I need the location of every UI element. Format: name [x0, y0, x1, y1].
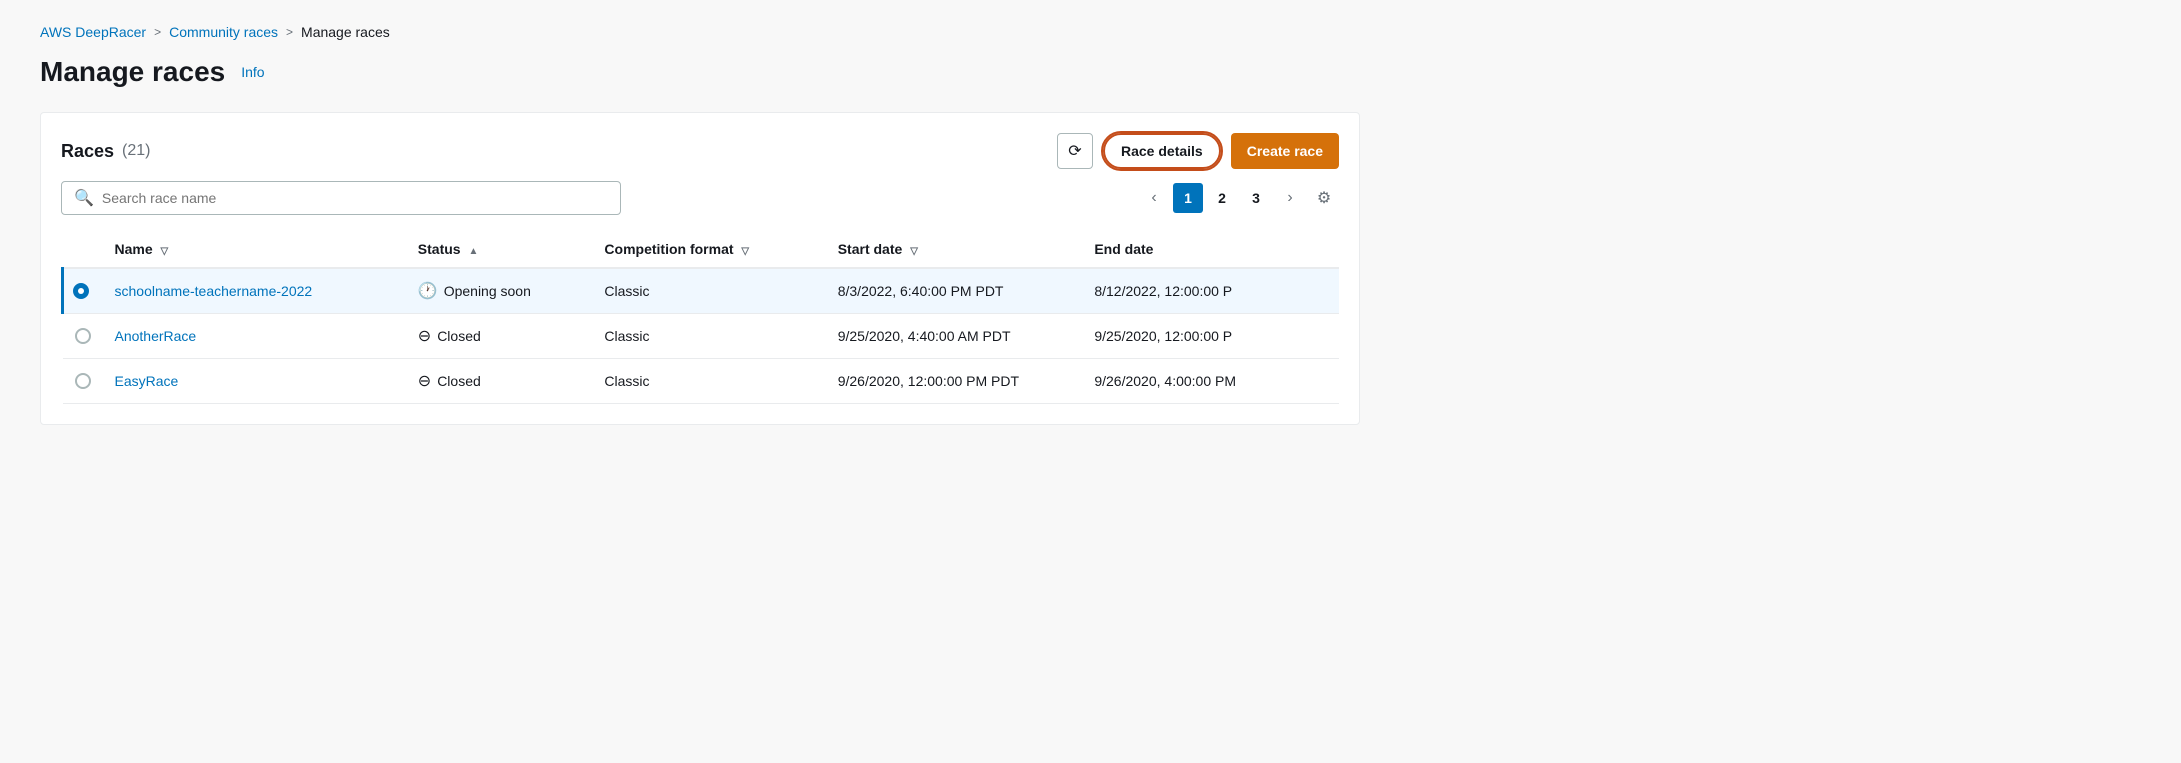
- clock-icon: 🕐: [418, 281, 438, 301]
- row-name-cell: AnotherRace: [103, 314, 406, 359]
- page-container: AWS DeepRacer > Community races > Manage…: [0, 0, 1400, 449]
- row-status-text: Closed: [437, 328, 481, 344]
- table-actions: ⟳ Race details Create race: [1057, 133, 1339, 169]
- col-status-sort: ▲: [468, 246, 478, 257]
- row-status-badge: 🕐 Opening soon: [418, 281, 581, 301]
- breadcrumb-community[interactable]: Community races: [169, 24, 278, 40]
- row-status-badge: ⊖ Closed: [418, 326, 581, 346]
- col-end-label: End date: [1094, 241, 1153, 257]
- row-end-cell: 9/26/2020, 4:00:00 PM: [1082, 359, 1339, 404]
- row-status-cell: ⊖ Closed: [406, 359, 593, 404]
- row-format-cell: Classic: [592, 268, 825, 314]
- breadcrumb-sep2: >: [286, 25, 293, 39]
- col-format-label: Competition format: [604, 241, 733, 257]
- pagination-page-3[interactable]: 3: [1241, 183, 1271, 213]
- row-format-cell: Classic: [592, 359, 825, 404]
- row-start-cell: 8/3/2022, 6:40:00 PM PDT: [826, 268, 1083, 314]
- row-name-cell: schoolname-teachername-2022: [103, 268, 406, 314]
- col-name-sort: ▽: [161, 246, 169, 257]
- row-name-cell: EasyRace: [103, 359, 406, 404]
- breadcrumb: AWS DeepRacer > Community races > Manage…: [40, 24, 1360, 40]
- breadcrumb-current: Manage races: [301, 24, 390, 40]
- row-radio-1[interactable]: [75, 328, 91, 344]
- col-start-sort: ▽: [910, 246, 918, 257]
- page-title: Manage races: [40, 56, 225, 88]
- col-header-format[interactable]: Competition format ▽: [592, 231, 825, 268]
- settings-icon: ⚙: [1317, 188, 1331, 208]
- row-radio-0[interactable]: [73, 283, 89, 299]
- search-input[interactable]: [102, 190, 608, 206]
- table-header-tr: Name ▽ Status ▲ Competition format ▽ Sta…: [63, 231, 1340, 268]
- row-name-link[interactable]: schoolname-teachername-2022: [115, 283, 313, 299]
- table-count: (21): [122, 142, 150, 160]
- info-link[interactable]: Info: [241, 64, 264, 80]
- row-status-text: Closed: [437, 373, 481, 389]
- closed-icon: ⊖: [418, 326, 431, 346]
- col-start-label: Start date: [838, 241, 903, 257]
- col-header-status[interactable]: Status ▲: [406, 231, 593, 268]
- table-row: schoolname-teachername-2022 🕐 Opening soon…: [63, 268, 1340, 314]
- table-settings-button[interactable]: ⚙: [1309, 183, 1339, 213]
- create-race-button[interactable]: Create race: [1231, 133, 1339, 169]
- row-end-cell: 8/12/2022, 12:00:00 P: [1082, 268, 1339, 314]
- search-bar-row: 🔍 ‹ 1 2 3 › ⚙: [61, 181, 1339, 215]
- data-table: Name ▽ Status ▲ Competition format ▽ Sta…: [61, 231, 1339, 404]
- row-radio-2[interactable]: [75, 373, 91, 389]
- row-radio-cell[interactable]: [63, 359, 103, 404]
- row-format-cell: Classic: [592, 314, 825, 359]
- pagination-next[interactable]: ›: [1275, 183, 1305, 213]
- page-header: Manage races Info: [40, 56, 1360, 88]
- row-start-cell: 9/25/2020, 4:40:00 AM PDT: [826, 314, 1083, 359]
- table-title: Races: [61, 141, 114, 162]
- race-details-button[interactable]: Race details: [1103, 133, 1221, 169]
- search-wrapper: 🔍: [61, 181, 621, 215]
- pagination-page-2[interactable]: 2: [1207, 183, 1237, 213]
- refresh-button[interactable]: ⟳: [1057, 133, 1093, 169]
- col-header-start[interactable]: Start date ▽: [826, 231, 1083, 268]
- breadcrumb-sep1: >: [154, 25, 161, 39]
- table-head: Name ▽ Status ▲ Competition format ▽ Sta…: [63, 231, 1340, 268]
- refresh-icon: ⟳: [1068, 141, 1081, 161]
- pagination-page-1[interactable]: 1: [1173, 183, 1203, 213]
- row-name-link[interactable]: EasyRace: [115, 373, 179, 389]
- row-end-cell: 9/25/2020, 12:00:00 P: [1082, 314, 1339, 359]
- pagination: ‹ 1 2 3 › ⚙: [1139, 183, 1339, 213]
- row-radio-cell[interactable]: [63, 268, 103, 314]
- col-name-label: Name: [115, 241, 153, 257]
- table-row: EasyRace ⊖ Closed Classic9/26/2020, 12:00:0…: [63, 359, 1340, 404]
- row-status-badge: ⊖ Closed: [418, 371, 581, 391]
- breadcrumb-home[interactable]: AWS DeepRacer: [40, 24, 146, 40]
- table-container: Races (21) ⟳ Race details Create race 🔍 …: [40, 112, 1360, 425]
- col-status-label: Status: [418, 241, 461, 257]
- col-header-select: [63, 231, 103, 268]
- col-format-sort: ▽: [741, 246, 749, 257]
- row-status-cell: 🕐 Opening soon: [406, 268, 593, 314]
- table-row: AnotherRace ⊖ Closed Classic9/25/2020, 4:40…: [63, 314, 1340, 359]
- closed-icon: ⊖: [418, 371, 431, 391]
- table-title-area: Races (21): [61, 141, 151, 162]
- row-radio-cell[interactable]: [63, 314, 103, 359]
- table-body: schoolname-teachername-2022 🕐 Opening soon…: [63, 268, 1340, 404]
- row-start-cell: 9/26/2020, 12:00:00 PM PDT: [826, 359, 1083, 404]
- table-header-row: Races (21) ⟳ Race details Create race: [61, 133, 1339, 169]
- search-icon: 🔍: [74, 188, 94, 208]
- col-header-end[interactable]: End date: [1082, 231, 1339, 268]
- row-name-link[interactable]: AnotherRace: [115, 328, 197, 344]
- row-status-cell: ⊖ Closed: [406, 314, 593, 359]
- row-status-text: Opening soon: [444, 283, 531, 299]
- col-header-name[interactable]: Name ▽: [103, 231, 406, 268]
- pagination-prev[interactable]: ‹: [1139, 183, 1169, 213]
